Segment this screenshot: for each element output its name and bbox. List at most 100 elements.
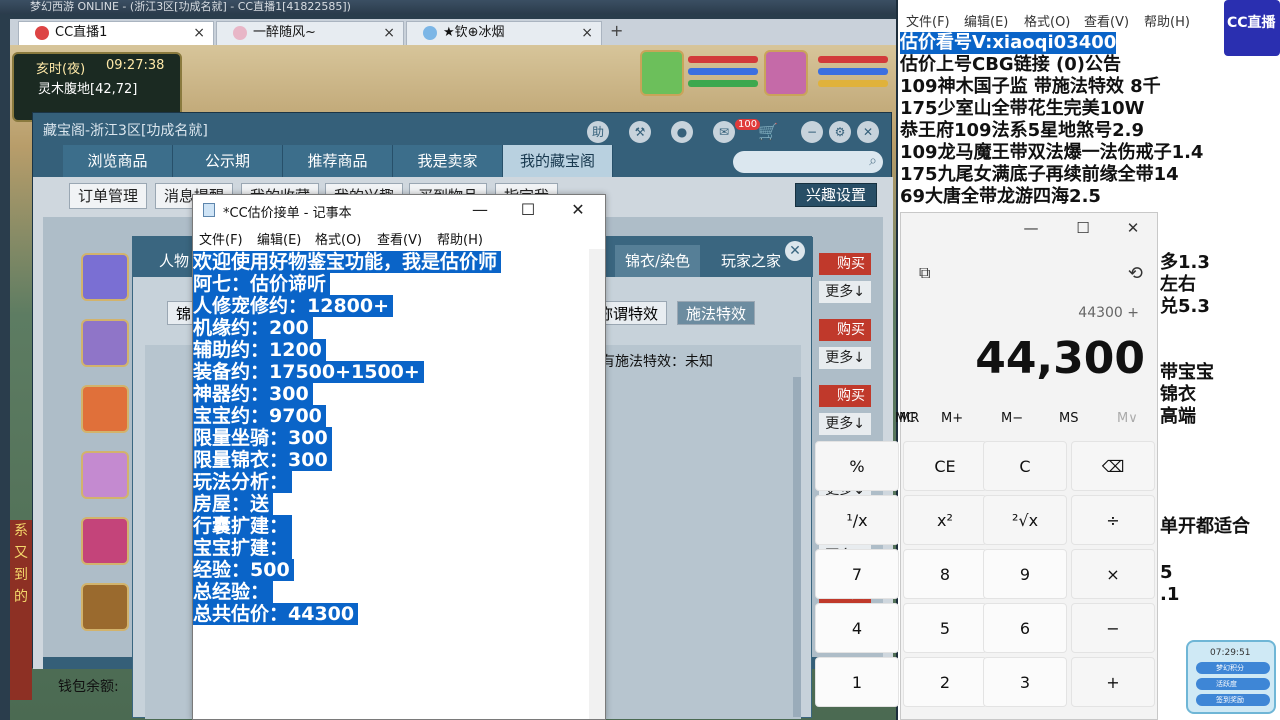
- interest-settings-button[interactable]: 兴趣设置: [795, 183, 878, 207]
- buy-button[interactable]: 购买: [819, 253, 871, 275]
- close-icon[interactable]: ×: [193, 22, 205, 44]
- minimize-button[interactable]: —: [1011, 219, 1051, 239]
- character-avatar[interactable]: [81, 253, 129, 301]
- notepad-window: *CC估价接单 - 记事本 — ☐ ✕ 文件(F) 编辑(E) 格式(O) 查看…: [192, 194, 606, 720]
- digit-6-key[interactable]: 6: [983, 603, 1067, 653]
- tab-seller[interactable]: 我是卖家: [393, 145, 503, 177]
- new-tab-icon[interactable]: +: [610, 21, 623, 40]
- backspace-key[interactable]: ⌫: [1071, 441, 1155, 491]
- pet-portrait[interactable]: [640, 50, 684, 96]
- chat-icon[interactable]: ✉: [713, 121, 735, 143]
- divide-key[interactable]: ÷: [1071, 495, 1155, 545]
- menu-edit[interactable]: 编辑(E): [257, 229, 301, 248]
- hammer-icon[interactable]: ⚒: [629, 121, 651, 143]
- browser-tab-2[interactable]: 一醉随风~ ×: [216, 21, 404, 45]
- side-text: 的: [14, 589, 28, 605]
- close-button[interactable]: ✕: [555, 197, 601, 223]
- menu-help[interactable]: 帮助(H): [437, 229, 483, 248]
- cc-live-icon: [35, 26, 49, 40]
- history-icon[interactable]: ⟲: [1128, 263, 1143, 284]
- tab-home[interactable]: 玩家之家: [711, 245, 791, 277]
- close-icon[interactable]: ×: [383, 22, 395, 44]
- more-button[interactable]: 更多↓: [819, 413, 871, 435]
- minimize-button[interactable]: —: [457, 197, 503, 223]
- maximize-button[interactable]: ☐: [505, 197, 551, 223]
- digit-5-key[interactable]: 5: [903, 603, 987, 653]
- overlay-fragment: .1: [1160, 584, 1180, 605]
- tab-outfit[interactable]: 锦衣/染色: [615, 245, 701, 277]
- buy-button[interactable]: 购买: [819, 385, 871, 407]
- mem-store[interactable]: MS: [1059, 411, 1078, 426]
- menu-file[interactable]: 文件(F): [199, 229, 243, 248]
- more-button[interactable]: 更多↓: [819, 347, 871, 369]
- mem-list[interactable]: M∨: [1117, 411, 1138, 426]
- chip-spell-effect[interactable]: 施法特效: [677, 301, 756, 325]
- clear-key[interactable]: C: [983, 441, 1067, 491]
- digit-3-key[interactable]: 3: [983, 657, 1067, 707]
- menu-view[interactable]: 查看(V): [377, 229, 422, 248]
- menu-file[interactable]: 文件(F): [906, 11, 950, 30]
- character-avatar[interactable]: [81, 451, 129, 499]
- close-icon[interactable]: ×: [581, 22, 593, 44]
- subtract-key[interactable]: −: [1071, 603, 1155, 653]
- sqrt-key[interactable]: ²√x: [983, 495, 1067, 545]
- percent-key[interactable]: %: [815, 441, 899, 491]
- help-icon[interactable]: 助: [587, 121, 609, 143]
- notepad-text-area[interactable]: 欢迎使用好物鉴宝功能，我是估价师 阿七：估价谛听 人修宠修约：12800+ 机缘…: [193, 249, 605, 719]
- tab-recommended[interactable]: 推荐商品: [283, 145, 393, 177]
- character-avatar[interactable]: [81, 319, 129, 367]
- player-portrait[interactable]: [764, 50, 808, 96]
- widget-row[interactable]: 梦幻积分: [1196, 662, 1270, 674]
- buy-button[interactable]: 购买: [819, 319, 871, 341]
- text-line: 人修宠修约：12800+: [193, 295, 394, 317]
- more-button[interactable]: 更多↓: [819, 281, 871, 303]
- character-avatar[interactable]: [81, 583, 129, 631]
- reciprocal-key[interactable]: ¹/x: [815, 495, 899, 545]
- browser-tab-1[interactable]: CC直播1 ×: [18, 21, 214, 45]
- digit-7-key[interactable]: 7: [815, 549, 899, 599]
- square-key[interactable]: x²: [903, 495, 987, 545]
- keep-on-top-icon[interactable]: ⧉: [919, 263, 930, 283]
- menu-format[interactable]: 格式(O): [1024, 11, 1070, 30]
- character-avatar[interactable]: [81, 385, 129, 433]
- digit-9-key[interactable]: 9: [983, 549, 1067, 599]
- tab-public[interactable]: 公示期: [173, 145, 283, 177]
- widget-row[interactable]: 签到奖励: [1196, 694, 1270, 706]
- close-button[interactable]: ✕: [1113, 219, 1153, 239]
- digit-1-key[interactable]: 1: [815, 657, 899, 707]
- digit-4-key[interactable]: 4: [815, 603, 899, 653]
- mem-add[interactable]: M+: [941, 411, 963, 426]
- digit-2-key[interactable]: 2: [903, 657, 987, 707]
- close-icon[interactable]: ✕: [785, 241, 805, 261]
- character-avatar[interactable]: [81, 517, 129, 565]
- spell-effect-status: 有施法特效：未知: [601, 354, 713, 370]
- mem-subtract[interactable]: M−: [1001, 411, 1023, 426]
- settings-icon[interactable]: ⚙: [829, 121, 851, 143]
- cart-icon[interactable]: 🛒: [757, 121, 779, 143]
- game-helper-widget[interactable]: 07:29:51 梦幻积分 活跃度 签到奖励: [1186, 640, 1276, 714]
- search-icon[interactable]: ⌕: [869, 153, 877, 169]
- scrollbar[interactable]: [793, 377, 801, 717]
- text-line: 限量锦衣：300: [193, 449, 332, 471]
- menu-edit[interactable]: 编辑(E): [964, 11, 1008, 30]
- tab-my-pavilion[interactable]: 我的藏宝阁: [503, 145, 613, 177]
- tab-browse[interactable]: 浏览商品: [63, 145, 173, 177]
- menu-help[interactable]: 帮助(H): [1144, 11, 1190, 30]
- browser-tab-3[interactable]: ★钦⊕冰烟 ×: [406, 21, 602, 45]
- multiply-key[interactable]: ×: [1071, 549, 1155, 599]
- close-icon[interactable]: ✕: [857, 121, 879, 143]
- widget-row[interactable]: 活跃度: [1196, 678, 1270, 690]
- clear-entry-key[interactable]: CE: [903, 441, 987, 491]
- record-icon[interactable]: ●: [671, 121, 693, 143]
- minimize-icon[interactable]: −: [801, 121, 823, 143]
- menu-view[interactable]: 查看(V): [1084, 11, 1129, 30]
- search-input[interactable]: ⌕: [733, 151, 883, 173]
- text-line: 总共估价：44300: [193, 603, 359, 625]
- orders-button[interactable]: 订单管理: [69, 183, 148, 209]
- digit-8-key[interactable]: 8: [903, 549, 987, 599]
- add-key[interactable]: +: [1071, 657, 1155, 707]
- mem-recall[interactable]: MR: [899, 411, 919, 426]
- menu-format[interactable]: 格式(O): [315, 229, 361, 248]
- scrollbar[interactable]: [589, 249, 605, 719]
- maximize-button[interactable]: ☐: [1063, 219, 1103, 239]
